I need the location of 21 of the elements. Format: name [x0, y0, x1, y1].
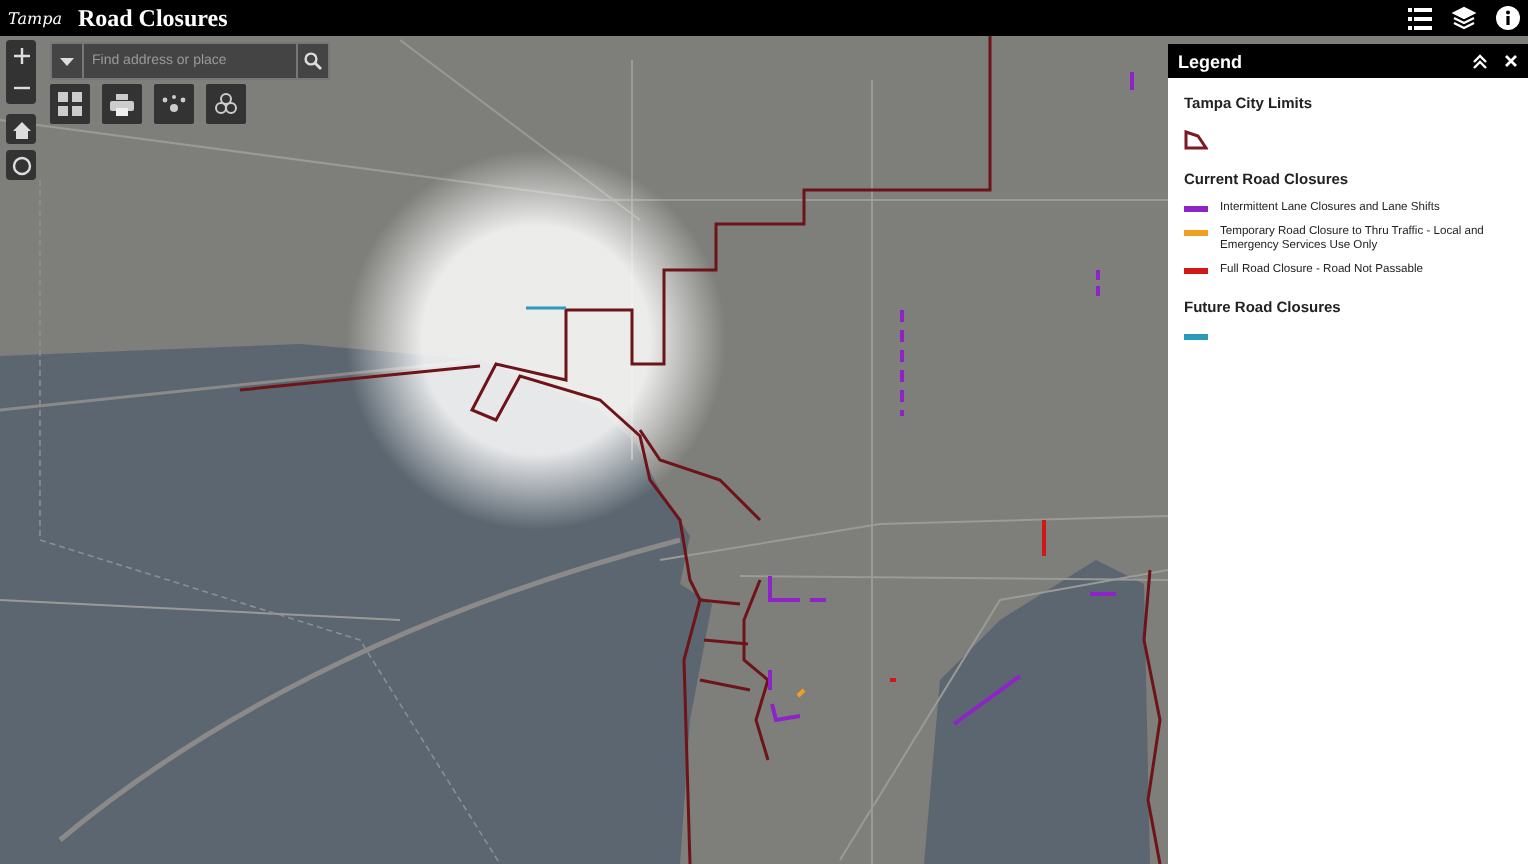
grid-icon[interactable] — [58, 92, 82, 116]
layers-icon[interactable] — [1452, 6, 1476, 30]
legend-title: Legend — [1178, 51, 1245, 71]
collapse-icon[interactable] — [1472, 53, 1488, 69]
search-icon[interactable] — [304, 52, 322, 70]
close-icon[interactable] — [1504, 54, 1518, 68]
list-icon[interactable] — [1408, 7, 1432, 29]
print-icon[interactable] — [110, 93, 134, 115]
basemap-gallery-button[interactable] — [50, 84, 90, 124]
city-logo: Tampa — [8, 9, 62, 27]
caret-icon[interactable] — [60, 57, 74, 65]
info-icon[interactable] — [1496, 6, 1520, 30]
circles-icon[interactable] — [214, 92, 238, 116]
app-title: Road Closures — [77, 3, 230, 33]
dropdown-button[interactable] — [50, 42, 84, 80]
zoom-in-icon[interactable] — [11, 46, 31, 66]
share-icon[interactable] — [162, 94, 186, 114]
analysis-button[interactable] — [206, 84, 246, 124]
print-button[interactable] — [102, 84, 142, 124]
search-button[interactable] — [296, 42, 330, 80]
share-button[interactable] — [154, 84, 194, 124]
